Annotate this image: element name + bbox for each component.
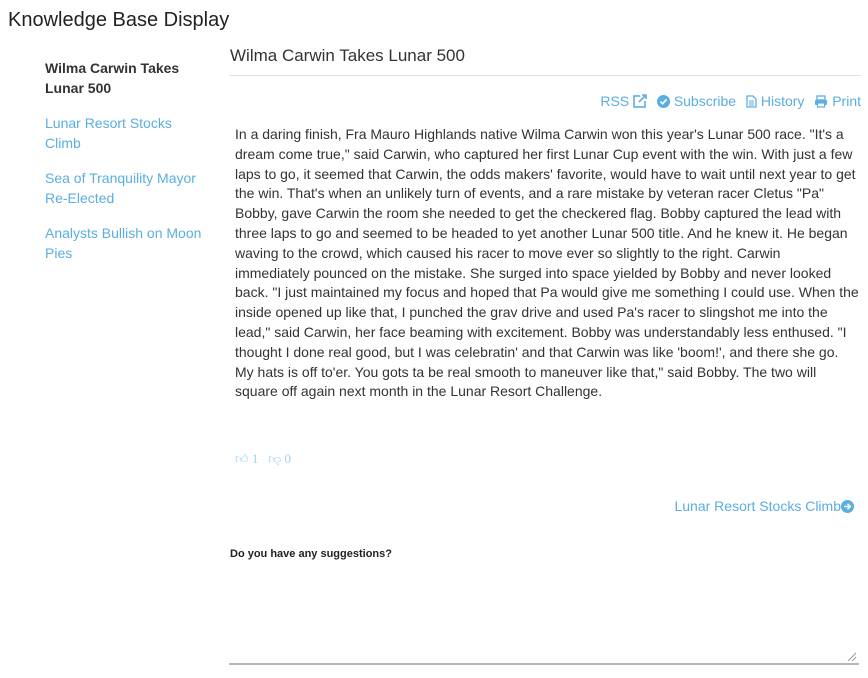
printer-icon xyxy=(815,95,828,108)
thumbs-up-icon: 👍︎ xyxy=(235,451,249,466)
article-body: In a daring finish, Fra Mauro Highlands … xyxy=(235,126,859,400)
sidebar-item-tranquility-mayor[interactable]: Sea of Tranquility Mayor Re-Elected xyxy=(45,168,210,208)
print-link[interactable]: Print xyxy=(814,93,861,109)
app-title: Knowledge Base Display xyxy=(8,9,230,31)
arrow-right-circle-icon xyxy=(841,500,854,513)
sidebar: Wilma Carwin Takes Lunar 500 Lunar Resor… xyxy=(45,58,210,278)
history-label: History xyxy=(760,93,805,109)
rss-link[interactable]: RSS xyxy=(600,93,648,109)
vote-controls: 👍︎ 1 👎︎ 0 xyxy=(235,451,291,467)
print-label: Print xyxy=(832,93,861,109)
history-link[interactable]: History xyxy=(746,93,804,109)
sidebar-item-wilma-carwin[interactable]: Wilma Carwin Takes Lunar 500 xyxy=(45,58,210,98)
title-divider xyxy=(229,75,861,76)
external-link-icon xyxy=(633,94,648,108)
thumbs-down-icon: 👎︎ xyxy=(268,451,282,466)
sidebar-item-lunar-resort-stocks[interactable]: Lunar Resort Stocks Climb xyxy=(45,113,210,153)
article-title: Wilma Carwin Takes Lunar 500 xyxy=(230,46,465,65)
document-icon xyxy=(746,95,757,108)
resize-handle-icon[interactable] xyxy=(847,652,857,662)
upvote-button[interactable]: 👍︎ 1 xyxy=(235,451,258,466)
suggestions-label: Do you have any suggestions? xyxy=(230,548,392,560)
next-article-link[interactable]: Lunar Resort Stocks Climb xyxy=(674,498,854,514)
article-toolbar: RSS Subscribe History Print xyxy=(600,93,861,109)
next-article-label: Lunar Resort Stocks Climb xyxy=(674,498,841,514)
downvote-count: 0 xyxy=(284,451,292,466)
downvote-button[interactable]: 👎︎ 0 xyxy=(268,451,291,466)
sidebar-item-moon-pies[interactable]: Analysts Bullish on Moon Pies xyxy=(45,223,210,263)
rss-label: RSS xyxy=(600,93,630,109)
suggestions-textarea[interactable] xyxy=(229,568,859,665)
upvote-count: 1 xyxy=(251,451,259,466)
check-circle-icon xyxy=(656,95,670,108)
subscribe-link[interactable]: Subscribe xyxy=(656,93,737,109)
subscribe-label: Subscribe xyxy=(673,93,737,109)
